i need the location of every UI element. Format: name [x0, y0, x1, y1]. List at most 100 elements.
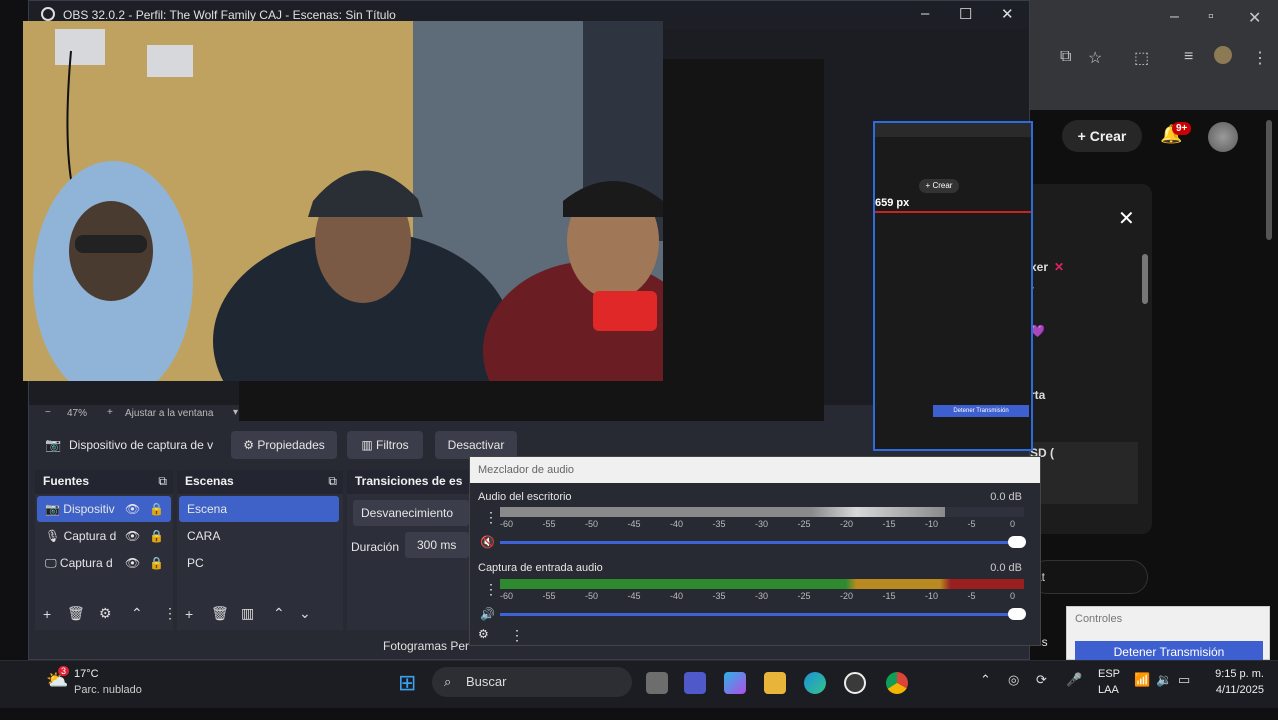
mixer-menu-icon[interactable]: ⋮ — [510, 627, 524, 644]
task-view-icon[interactable] — [646, 672, 668, 694]
properties-button[interactable]: ⚙ Propiedades — [231, 431, 337, 459]
teams-icon[interactable] — [684, 672, 706, 694]
filter-icon[interactable]: ▥ — [241, 605, 254, 622]
eye-icon[interactable]: 👁 — [125, 550, 140, 576]
scrollbar[interactable] — [1142, 254, 1148, 304]
trash-icon[interactable]: 🗑 — [67, 605, 85, 622]
fit-window-label[interactable]: Ajustar a la ventana — [125, 408, 213, 419]
close-x-icon: ✕ — [1054, 260, 1065, 274]
duration-input[interactable]: 300 ms — [405, 532, 469, 558]
battery-icon[interactable]: ▭ — [1178, 672, 1190, 688]
up-arrow-icon[interactable]: ⌃ — [131, 605, 143, 622]
speaker-icon[interactable]: 🔊 — [480, 607, 495, 621]
maximize-icon[interactable]: ☐ — [959, 5, 972, 23]
avatar[interactable] — [1208, 122, 1238, 152]
minimize-icon[interactable]: – — [921, 5, 929, 22]
chat-input[interactable]: at — [1030, 560, 1148, 594]
transition-select[interactable]: Desvanecimiento — [353, 500, 469, 526]
gear-icon: ⚙ — [243, 438, 255, 452]
volume-icon[interactable]: 🔉 — [1156, 672, 1172, 688]
clock-date[interactable]: 4/11/2025 — [1200, 684, 1264, 696]
add-icon[interactable]: + — [43, 606, 51, 622]
source-row[interactable]: 📷 Dispositiv 👁 🔒 — [37, 496, 171, 522]
zoom-in-icon[interactable]: + — [107, 407, 113, 418]
search-box[interactable]: ⌕ Buscar — [432, 667, 632, 697]
close-icon[interactable]: ✕ — [1001, 5, 1014, 23]
lock-icon[interactable]: 🔒 — [149, 523, 164, 549]
up-arrow-icon[interactable]: ⌃ — [273, 605, 285, 622]
channel-menu-icon[interactable]: ⋮ — [484, 509, 498, 526]
meter-tick-label: -10 — [925, 591, 939, 601]
eye-icon[interactable]: 👁 — [125, 523, 140, 549]
undock-icon[interactable]: ⧉ — [158, 474, 167, 489]
tray-icon[interactable]: ◎ — [1008, 672, 1019, 688]
lock-icon[interactable]: 🔒 — [149, 496, 164, 522]
filters-label: Filtros — [376, 438, 409, 452]
down-arrow-icon[interactable]: ⌄ — [299, 605, 311, 622]
lock-icon[interactable]: 🔒 — [149, 550, 164, 576]
sources-title: Fuentes — [43, 474, 90, 488]
gear-icon[interactable]: ⚙ — [99, 605, 112, 622]
controls-dock: Controles Detener Transmisión — [1066, 606, 1270, 663]
close-icon[interactable]: ✕ — [1248, 8, 1261, 28]
slider-knob[interactable] — [1008, 536, 1026, 548]
page-scrollbar[interactable] — [1266, 120, 1272, 240]
media-icon[interactable]: ≡ — [1184, 48, 1193, 66]
mixer-settings-icon[interactable]: ⚙ — [478, 627, 489, 641]
meter-tick-label: -45 — [627, 519, 641, 529]
meter-tick-label: -5 — [967, 519, 976, 529]
slider-knob[interactable] — [1008, 608, 1026, 620]
webcam-image — [23, 21, 663, 381]
eye-icon[interactable]: 👁 — [125, 496, 140, 522]
language-code[interactable]: ESP — [1098, 668, 1120, 680]
volume-slider[interactable] — [500, 536, 1026, 548]
star-icon[interactable]: ☆ — [1088, 48, 1102, 68]
sync-icon[interactable]: ⟳ — [1036, 672, 1047, 688]
source-row[interactable]: 🖵 Captura d 👁 🔒 — [37, 550, 171, 576]
volume-slider[interactable] — [500, 608, 1026, 620]
clock-time[interactable]: 9:15 p. m. — [1208, 668, 1264, 680]
meter-tick-label: -35 — [712, 591, 726, 601]
scenes-dock: Escenas ⧉ Escena CARA PC + 🗑 ▥ ⌃ ⌄ — [177, 470, 343, 630]
chevron-down-icon[interactable]: ▾ — [233, 407, 238, 418]
install-icon[interactable]: ⧉ — [1060, 48, 1071, 66]
scene-row[interactable]: PC — [179, 550, 339, 576]
keyboard-layout[interactable]: LAA — [1098, 684, 1119, 696]
weather-desc: Parc. nublado — [74, 684, 142, 696]
channel-menu-icon[interactable]: ⋮ — [484, 581, 498, 598]
scenes-title: Escenas — [185, 474, 234, 488]
scene-row[interactable]: Escena — [179, 496, 339, 522]
meter-tick-label: -45 — [627, 591, 641, 601]
source-row[interactable]: 🎙 Captura d 👁 🔒 — [37, 523, 171, 549]
maximize-icon[interactable]: ▫ — [1208, 8, 1214, 26]
mic-icon[interactable]: 🎤 — [1066, 672, 1082, 688]
edge-icon[interactable] — [804, 672, 826, 694]
scene-row[interactable]: CARA — [179, 523, 339, 549]
chevron-up-icon[interactable]: ⌃ — [980, 672, 991, 688]
copilot-icon[interactable] — [724, 672, 746, 694]
trash-icon[interactable]: 🗑 — [211, 605, 229, 622]
deactivate-button[interactable]: Desactivar — [435, 431, 517, 459]
chrome-icon[interactable] — [886, 672, 908, 694]
profile-icon[interactable] — [1214, 46, 1232, 64]
undock-icon[interactable]: ⧉ — [328, 474, 337, 489]
filters-button[interactable]: ▥ Filtros — [347, 431, 423, 459]
menu-dots-icon[interactable]: ⋮ — [1252, 48, 1268, 68]
meter-tick-label: 0 — [1010, 519, 1016, 529]
preview-area[interactable]: + Crear 659 px Detener Transmisión — [23, 21, 1033, 451]
file-explorer-icon[interactable] — [764, 672, 786, 694]
wifi-icon[interactable]: 📶 — [1134, 672, 1150, 688]
zoom-out-icon[interactable]: − — [45, 407, 51, 418]
windows-start-icon[interactable]: ⊞ — [398, 670, 416, 696]
add-icon[interactable]: + — [185, 606, 193, 622]
close-icon[interactable]: ✕ — [1118, 206, 1135, 231]
extensions-icon[interactable]: ⬚ — [1134, 48, 1149, 68]
muted-speaker-icon[interactable]: 🔇 — [480, 535, 495, 549]
obs-taskbar-icon[interactable] — [844, 672, 866, 694]
meter-ticks: -60 -55 -50 -45 -40 -35 -30 -25 -20 -15 -10 -5 0 — [500, 519, 1024, 531]
chrome-toolbar: – ▫ ✕ ⧉ ☆ ⬚ ≡ ⋮ — [1030, 0, 1278, 110]
more-icon[interactable]: ⋮ — [163, 605, 177, 622]
channel-name: Captura de entrada audio — [478, 562, 603, 574]
minimize-icon[interactable]: – — [1170, 8, 1179, 26]
create-button[interactable]: + Crear — [1062, 120, 1142, 152]
